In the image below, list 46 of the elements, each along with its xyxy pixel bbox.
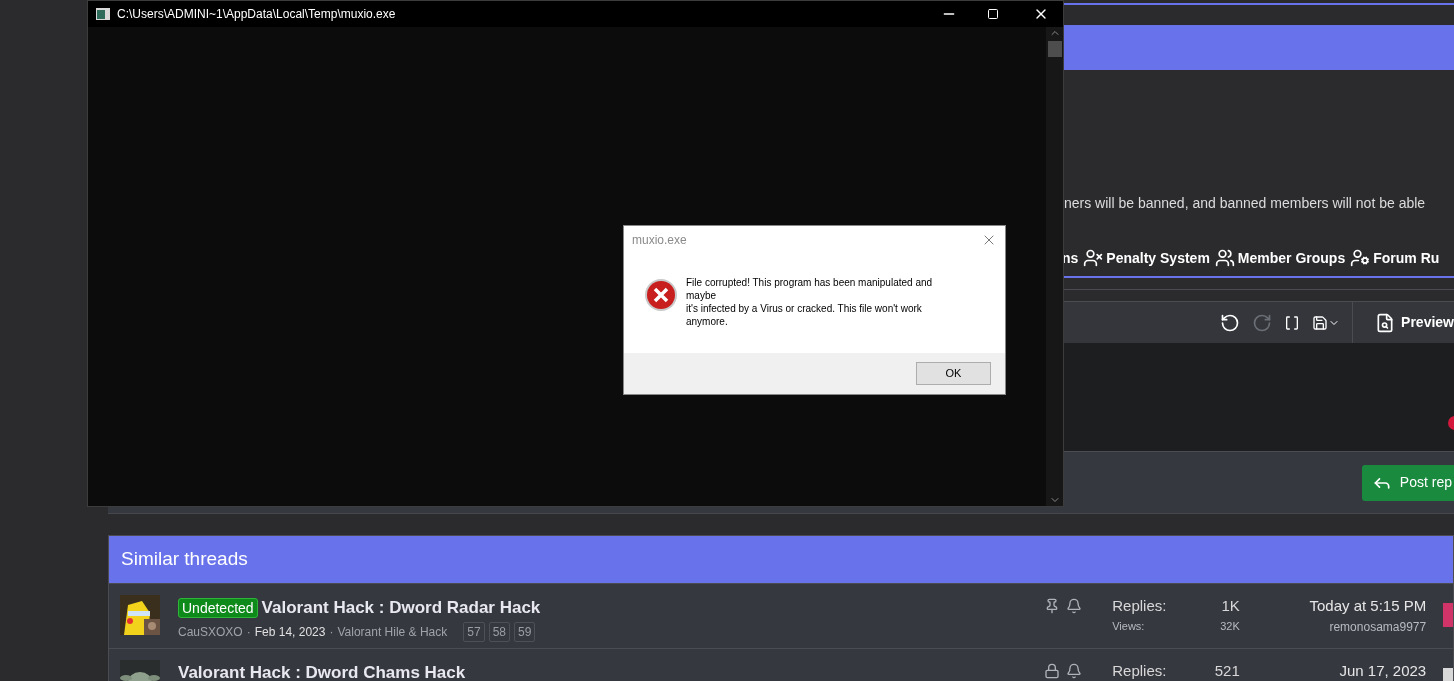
separator-dot: · [329, 623, 334, 641]
console-icon [96, 8, 110, 20]
preview-icon [1375, 312, 1396, 333]
rules-link[interactable]: Penalty System [1083, 247, 1210, 269]
page-link[interactable]: 57 [463, 621, 485, 642]
scroll-thumb[interactable] [1047, 41, 1062, 57]
thread-row[interactable]: Undetected Valorant Hack : Dword Radar Hack CauSXOXO · Feb 14, 2023 · Valorant Hile & Hack 57 58 59 Replies: 1K Views: 32K Today at 5:15 PM remonosama9977 [109, 583, 1453, 648]
maximize-icon[interactable] [987, 8, 999, 20]
save-draft-icon[interactable] [1312, 314, 1341, 331]
thread-title[interactable]: Valorant Hack : Dword Radar Hack [261, 595, 541, 621]
ok-button[interactable]: OK [916, 362, 991, 385]
dialog-title: muxio.exe [632, 232, 687, 249]
separator-dot: · [246, 623, 251, 641]
section-title: Similar threads [121, 547, 248, 572]
bell-icon[interactable] [1065, 598, 1082, 614]
users-icon [1214, 248, 1235, 268]
replies-label: Replies: [1112, 661, 1167, 681]
views-count: 32K [1220, 618, 1240, 634]
views-label: Views: [1112, 618, 1145, 634]
page-link[interactable]: 59 [514, 621, 536, 642]
author-link[interactable]: CauSXOXO [178, 622, 243, 641]
window-title: C:\Users\ADMINI~1\AppData\Local\Temp\muxio.exe [117, 6, 396, 23]
last-poster-link[interactable]: remonosama9977 [1329, 617, 1427, 636]
preview-button[interactable]: Preview [1375, 312, 1454, 333]
page-link[interactable]: 58 [488, 621, 510, 642]
rules-link[interactable]: Member Groups [1214, 247, 1346, 269]
replies-count: 521 [1214, 661, 1240, 681]
last-post-date: Jun 17, 2023 [1339, 661, 1427, 681]
brackets-icon[interactable] [1284, 314, 1301, 331]
post-reply-button[interactable]: Post rep [1361, 464, 1454, 501]
rules-link[interactable]: Forum Ru [1350, 247, 1440, 269]
thread-title[interactable]: Valorant Hack : Dword Chams Hack [178, 660, 466, 681]
error-message: File corrupted! This program has been manipulated and maybe it's infected by a Virus or cracked. This file won't work anymore. [686, 276, 934, 329]
replies-count: 1K [1221, 596, 1240, 616]
replies-label: Replies: [1112, 596, 1167, 616]
bell-icon[interactable] [1065, 663, 1082, 679]
error-icon [644, 278, 678, 312]
last-post-date: Today at 5:15 PM [1309, 596, 1427, 616]
forum-link[interactable]: Valorant Hile & Hack [337, 622, 448, 641]
undo-icon[interactable] [1220, 312, 1241, 333]
lock-icon [1043, 663, 1060, 679]
thread-date: Feb 14, 2023 [254, 623, 326, 641]
prefix-label: Undetected [178, 597, 258, 618]
scrollbar[interactable] [1046, 27, 1063, 506]
thread-row[interactable]: Valorant Hack : Dword Chams Hack Replies: 521 Jun 17, 2023 [109, 648, 1453, 681]
notice-text: ners will be banned, and banned members will not be able [1064, 193, 1426, 213]
